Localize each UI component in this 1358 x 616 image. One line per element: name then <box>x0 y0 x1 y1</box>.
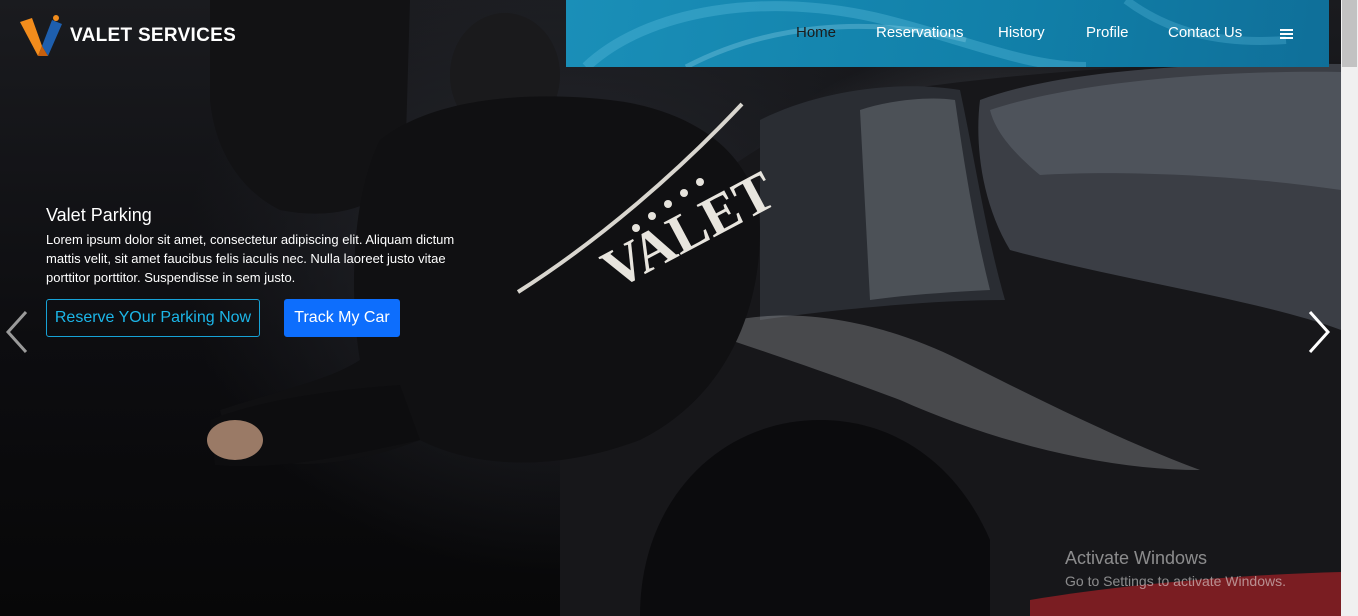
nav-home[interactable]: Home <box>796 24 836 41</box>
page-scrollbar[interactable] <box>1341 0 1358 616</box>
nav-history[interactable]: History <box>998 24 1045 41</box>
carousel-caption: Valet Parking Lorem ipsum dolor sit amet… <box>46 205 456 287</box>
brand-name: VALET SERVICES <box>70 25 237 46</box>
caption-text: Lorem ipsum dolor sit amet, consectetur … <box>46 232 455 285</box>
top-navbar: Home Reservations History Profile Contac… <box>566 0 1329 67</box>
chevron-left-icon[interactable] <box>2 308 34 356</box>
watermark-title: Activate Windows <box>1065 548 1208 568</box>
watermark-subtitle: Go to Settings to activate Windows. <box>1065 573 1286 589</box>
hamburger-icon[interactable] <box>1280 29 1293 41</box>
nav-contact-us[interactable]: Contact Us <box>1168 24 1242 41</box>
hero-carousel: VALET VALET SERVICES Valet Parking Lorem… <box>0 0 1341 616</box>
logo-mark-icon <box>20 15 62 56</box>
chevron-right-icon[interactable] <box>1302 308 1334 356</box>
brand-logo[interactable]: VALET SERVICES <box>18 12 236 60</box>
valet-hand <box>207 420 263 460</box>
track-car-button[interactable]: Track My Car <box>284 299 400 337</box>
windows-activation-watermark: Activate Windows Go to Settings to activ… <box>1065 548 1286 589</box>
nav-profile[interactable]: Profile <box>1086 24 1129 41</box>
nav-reservations[interactable]: Reservations <box>876 24 964 41</box>
scrollbar-thumb[interactable] <box>1342 0 1357 67</box>
reserve-parking-button[interactable]: Reserve YOur Parking Now <box>46 299 260 337</box>
caption-title: Valet Parking <box>46 205 152 225</box>
